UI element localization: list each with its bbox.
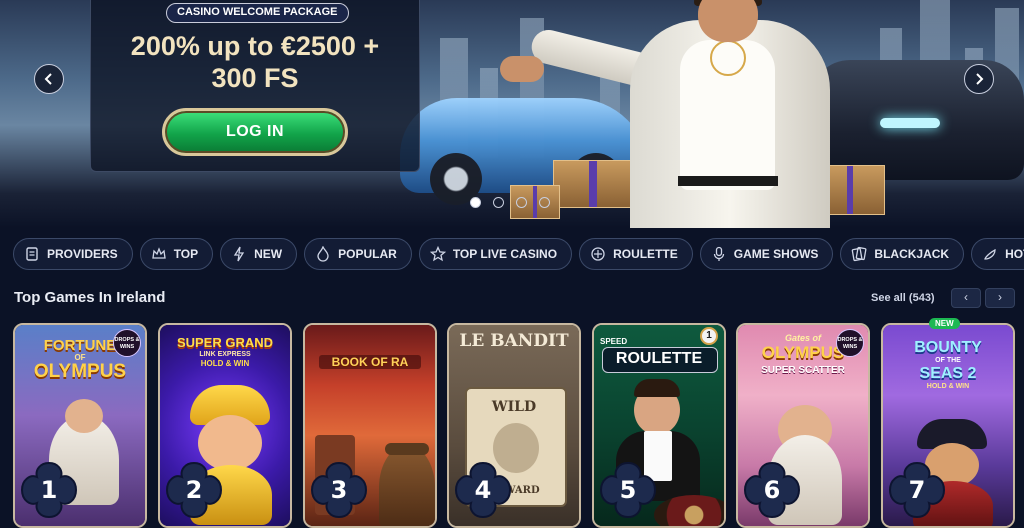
category-bar: PROVIDERS TOP NEW POPULAR TOP LIVE CASIN… (13, 238, 1024, 270)
see-all-link[interactable]: See all (543) (871, 292, 935, 304)
cards-icon (851, 246, 867, 262)
rank-badge: 4 (452, 459, 514, 521)
game-card[interactable]: BOOK OF RA 3 (303, 323, 437, 528)
chevron-right-icon[interactable]: › (985, 288, 1015, 308)
crown-icon (151, 246, 167, 262)
carousel-dot[interactable] (539, 197, 550, 208)
game-card[interactable]: FORTUNE OF OLYMPUS DROPS & WINS 1 (13, 323, 147, 528)
star-icon (429, 246, 446, 262)
rank-badge: 6 (741, 459, 803, 521)
carousel-dot[interactable] (516, 197, 527, 208)
new-badge: NEW (929, 318, 960, 329)
game-card[interactable]: BOUNTY OF THE SEAS 2 HOLD & WIN 7 (881, 323, 1015, 528)
chevron-right-icon[interactable] (964, 64, 994, 94)
welcome-package-tag: CASINO WELCOME PACKAGE (166, 3, 349, 23)
game-card[interactable]: SUPER GRAND LINK EXPRESS HOLD & WIN 2 (158, 323, 292, 528)
welcome-offer-title: 200% up to €2500 + 300 FS (130, 31, 380, 93)
drops-wins-badge: DROPS & WINS (836, 329, 864, 357)
carousel-dots (470, 197, 550, 208)
carousel-dot[interactable] (493, 197, 504, 208)
section-title: Top Games In Ireland (14, 289, 166, 306)
category-top[interactable]: TOP (139, 238, 214, 270)
category-blackjack[interactable]: BLACKJACK (840, 238, 965, 270)
category-providers[interactable]: PROVIDERS (13, 238, 133, 270)
category-top-live-casino[interactable]: TOP LIVE CASINO (418, 238, 573, 270)
category-hot[interactable]: HOT (971, 238, 1024, 270)
fire-icon (315, 246, 331, 262)
microphone-icon (711, 246, 727, 262)
rank-badge: 5 (597, 459, 659, 521)
lightning-icon (231, 246, 247, 262)
chevron-left-icon[interactable] (34, 64, 64, 94)
rank-badge: 7 (886, 459, 948, 521)
game-card[interactable]: SPEED ROULETTE 1 5 (592, 323, 726, 528)
game-card[interactable]: Gates of OLYMPUS SUPER SCATTER DROPS & W… (736, 323, 870, 528)
rank-badge: 3 (308, 459, 370, 521)
category-game-shows[interactable]: GAME SHOWS (699, 238, 834, 270)
rank-badge: 2 (163, 459, 225, 521)
carousel-dot[interactable] (470, 197, 481, 208)
roulette-icon (590, 246, 606, 262)
game-card[interactable]: LE BANDIT WILD REWARD 4 (447, 323, 581, 528)
category-roulette[interactable]: ROULETTE (579, 238, 693, 270)
category-new[interactable]: NEW (220, 238, 298, 270)
rank-badge: 1 (18, 459, 80, 521)
login-button[interactable]: LOG IN (162, 108, 348, 156)
hero-character (500, 0, 860, 228)
providers-icon (24, 246, 40, 262)
drops-wins-badge: DROPS & WINS (113, 329, 141, 357)
hero-banner: CASINO WELCOME PACKAGE 200% up to €2500 … (0, 0, 1024, 228)
chili-icon (982, 246, 998, 262)
category-popular[interactable]: POPULAR (304, 238, 412, 270)
chevron-left-icon[interactable]: ‹ (951, 288, 981, 308)
live-counter-badge: 1 (700, 327, 718, 345)
